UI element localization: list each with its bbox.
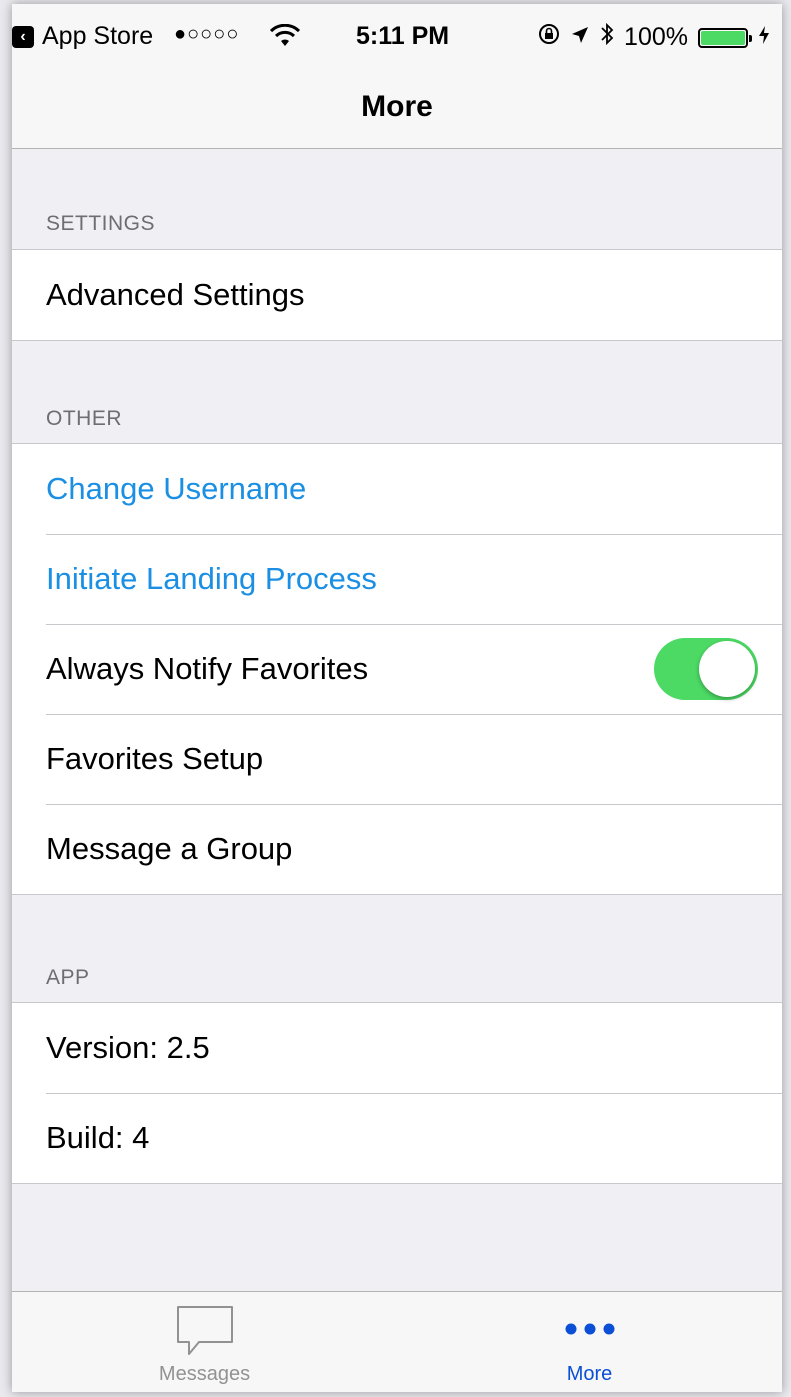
wifi-icon xyxy=(269,23,301,55)
message-a-group-row[interactable]: Message a Group xyxy=(12,804,782,894)
page-title: More xyxy=(361,90,433,123)
message-a-group-label: Message a Group xyxy=(46,831,293,866)
change-username-row[interactable]: Change Username xyxy=(12,444,782,534)
tab-messages-label: Messages xyxy=(158,1363,251,1385)
initiate-landing-row[interactable]: Initiate Landing Process xyxy=(12,534,782,624)
version-row: Version: 2.5 xyxy=(12,1003,782,1093)
always-notify-favorites-label: Always Notify Favorites xyxy=(46,651,369,686)
back-to-app-icon[interactable]: ‹ xyxy=(12,26,34,48)
settings-group: Advanced Settings xyxy=(12,249,782,341)
version-label: Version: 2.5 xyxy=(46,1030,210,1065)
always-notify-favorites-toggle[interactable] xyxy=(654,638,758,700)
orientation-lock-icon xyxy=(538,23,560,52)
build-label: Build: 4 xyxy=(46,1120,150,1155)
battery-level xyxy=(701,30,745,45)
initiate-landing-label: Initiate Landing Process xyxy=(46,561,377,596)
section-header-settings: SETTINGS xyxy=(46,212,156,235)
tab-more[interactable]: More xyxy=(397,1292,782,1392)
back-app-label[interactable]: App Store xyxy=(42,22,153,51)
change-username-label: Change Username xyxy=(46,471,307,506)
tab-more-label: More xyxy=(566,1363,613,1385)
signal-strength-icon: ●○○○○ xyxy=(174,23,240,45)
advanced-settings-label: Advanced Settings xyxy=(46,277,305,312)
app-group: Version: 2.5 Build: 4 xyxy=(12,1002,782,1184)
advanced-settings-row[interactable]: Advanced Settings xyxy=(12,250,782,340)
tab-messages[interactable]: Messages xyxy=(12,1292,397,1392)
battery-icon xyxy=(698,27,752,48)
battery-percent: 100% xyxy=(624,23,688,51)
section-header-other: OTHER xyxy=(46,407,122,430)
status-time: 5:11 PM xyxy=(356,22,450,50)
location-arrow-icon xyxy=(570,23,590,52)
tab-bar: Messages More xyxy=(12,1291,782,1392)
build-row: Build: 4 xyxy=(12,1093,782,1183)
more-dots-icon xyxy=(564,1322,616,1341)
phone-screen: ‹ App Store ●○○○○ 5:11 PM 100% More SETT… xyxy=(12,4,782,1392)
status-right-group: 100% xyxy=(538,22,770,53)
navigation-bar: More xyxy=(12,68,782,149)
favorites-setup-row[interactable]: Favorites Setup xyxy=(12,714,782,804)
section-header-app: APP xyxy=(46,966,90,989)
status-bar: ‹ App Store ●○○○○ 5:11 PM 100% xyxy=(12,4,782,68)
always-notify-favorites-row: Always Notify Favorites xyxy=(12,624,782,714)
charging-bolt-icon xyxy=(758,23,770,52)
message-bubble-icon xyxy=(175,1304,235,1365)
toggle-knob xyxy=(699,641,755,697)
other-group: Change Username Initiate Landing Process… xyxy=(12,443,782,895)
favorites-setup-label: Favorites Setup xyxy=(46,741,264,776)
bluetooth-icon xyxy=(600,22,614,53)
